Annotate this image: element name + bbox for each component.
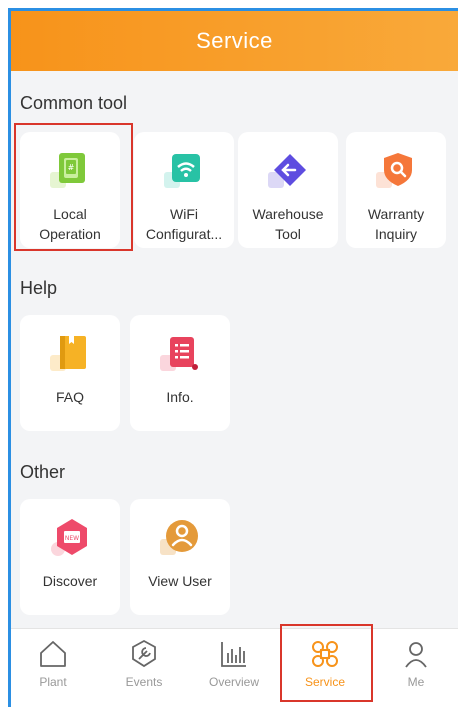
bar-chart-icon xyxy=(219,639,249,669)
tool-label: Warranty Inquiry xyxy=(367,206,425,242)
person-icon xyxy=(401,639,431,669)
tool-label: WiFi Configurat... xyxy=(145,206,223,242)
tab-me[interactable]: Me xyxy=(371,629,458,707)
tool-wifi-configuration[interactable]: WiFi Configurat... xyxy=(134,132,234,248)
warranty-search-icon xyxy=(376,150,416,190)
tab-events[interactable]: Events xyxy=(99,629,189,707)
svg-text:NEW: NEW xyxy=(65,535,79,542)
tab-label: Events xyxy=(125,675,163,689)
other-discover[interactable]: NEW Discover xyxy=(20,499,120,615)
wrench-gear-icon xyxy=(129,639,159,669)
highlight-box xyxy=(14,123,133,251)
discover-new-icon: NEW xyxy=(50,517,90,557)
other-label: Discover xyxy=(42,573,98,589)
help-label: FAQ xyxy=(55,389,84,405)
tool-warranty-inquiry[interactable]: Warranty Inquiry xyxy=(346,132,446,248)
tab-plant[interactable]: Plant xyxy=(11,629,98,707)
top-header: Service xyxy=(11,11,458,71)
tab-label: Me xyxy=(407,675,425,689)
bottom-tab-bar: Plant Events Overview Service Me xyxy=(11,628,458,707)
tab-label: Plant xyxy=(39,675,67,689)
other-view-user[interactable]: View User xyxy=(130,499,230,615)
view-user-icon xyxy=(160,517,200,557)
help-label: Info. xyxy=(166,389,194,405)
tool-label: Warehouse Tool xyxy=(252,206,324,242)
section-title-help: Help xyxy=(20,278,58,298)
faq-book-icon xyxy=(50,333,90,373)
help-faq[interactable]: FAQ xyxy=(20,315,120,431)
section-title-other: Other xyxy=(20,462,66,482)
other-label: View User xyxy=(148,573,212,589)
page-title: Service xyxy=(196,28,273,53)
tab-overview[interactable]: Overview xyxy=(189,629,279,707)
house-icon xyxy=(38,639,68,669)
app-screen: Service Common tool # Local Operation Wi… xyxy=(0,0,458,707)
warehouse-icon xyxy=(268,150,308,190)
section-title-common-tool: Common tool xyxy=(20,93,128,113)
phone-screen: Service Common tool # Local Operation Wi… xyxy=(8,8,458,707)
info-list-icon xyxy=(160,333,200,373)
highlight-box xyxy=(280,624,373,702)
help-info[interactable]: Info. xyxy=(130,315,230,431)
tool-warehouse[interactable]: Warehouse Tool xyxy=(238,132,338,248)
wifi-icon xyxy=(164,150,204,190)
tab-label: Overview xyxy=(208,675,259,689)
